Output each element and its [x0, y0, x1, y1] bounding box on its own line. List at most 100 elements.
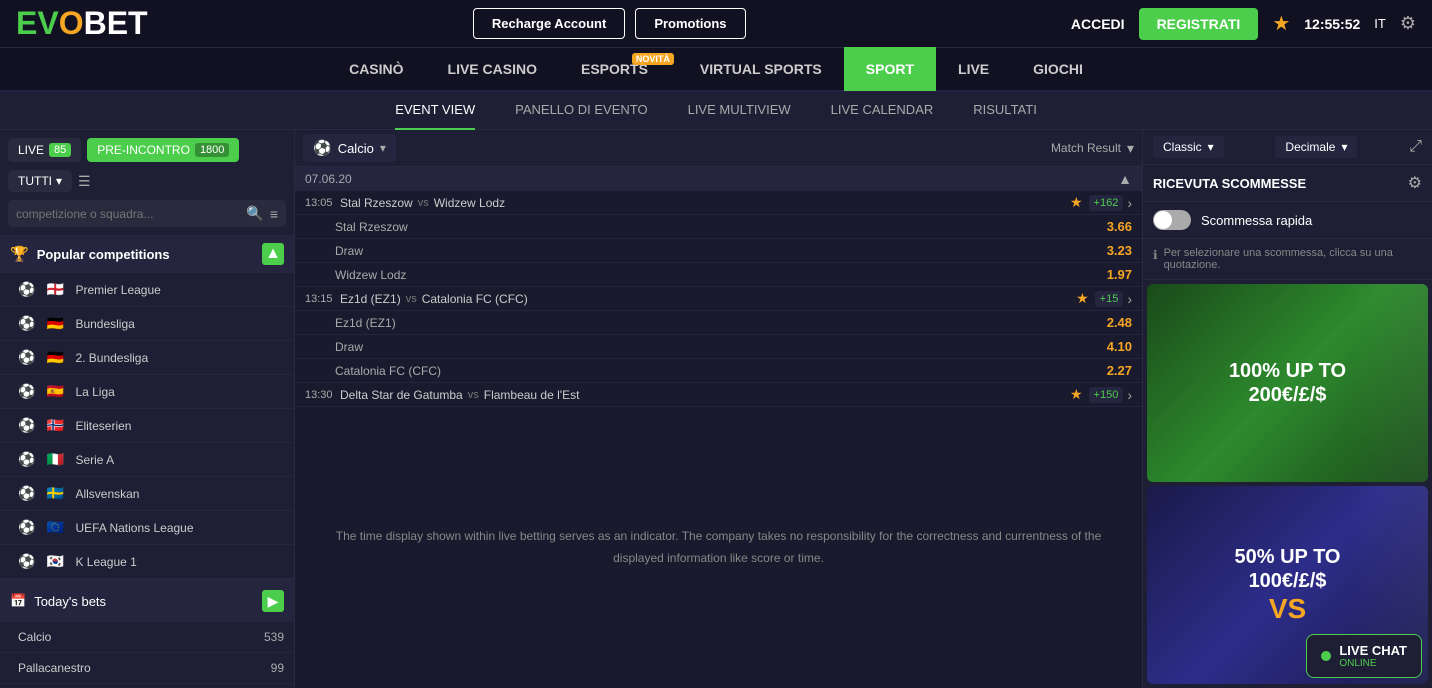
- odds-value-2a: 2.48: [1107, 315, 1132, 330]
- league-name: Bundesliga: [75, 317, 284, 331]
- odds-row-2a[interactable]: Ez1d (EZ1) 2.48: [295, 311, 1142, 335]
- tab-live-label: LIVE: [18, 143, 44, 157]
- nav-giochi[interactable]: GIOCHI: [1011, 47, 1105, 91]
- flag-korea: 🇰🇷: [45, 555, 65, 569]
- subnav-live-calendar[interactable]: LIVE CALENDAR: [831, 92, 934, 130]
- accedi-button[interactable]: ACCEDI: [1071, 16, 1125, 32]
- soccer-icon: ⚽: [18, 349, 35, 366]
- language-selector[interactable]: IT: [1374, 16, 1386, 31]
- match-row-2[interactable]: 13:15 Ez1d (EZ1) vs Catalonia FC (CFC) ★…: [295, 287, 1142, 311]
- popular-competitions-label: Popular competitions: [37, 247, 170, 262]
- fullscreen-icon[interactable]: ⤢: [1409, 138, 1422, 156]
- settings-icon[interactable]: ⚙: [1400, 13, 1416, 34]
- collapse-button[interactable]: ▲: [262, 243, 284, 265]
- subnav-event-view[interactable]: EVENT VIEW: [395, 92, 475, 130]
- match-star-1[interactable]: ★: [1070, 194, 1083, 211]
- odds-row-2c[interactable]: Catalonia FC (CFC) 2.27: [295, 359, 1142, 383]
- match-plus-1[interactable]: +162: [1089, 195, 1124, 211]
- bet-tennis[interactable]: Tennis 321: [0, 684, 294, 688]
- date-collapse-icon[interactable]: ▲: [1118, 171, 1132, 187]
- live-chat-label: LIVE CHAT: [1339, 643, 1407, 658]
- league-serie-a[interactable]: ⚽ 🇮🇹 Serie A: [0, 443, 294, 477]
- sidebar-filters: TUTTI ▾ ☰: [0, 162, 294, 200]
- soccer-icon: ⚽: [18, 315, 35, 332]
- view-selector-label: Classic: [1163, 140, 1202, 154]
- popular-competitions-header[interactable]: 🏆 Popular competitions ▲: [0, 235, 294, 273]
- league-name: UEFA Nations League: [75, 521, 284, 535]
- sport-filter[interactable]: ⚽ Calcio ▾: [303, 134, 396, 162]
- match-row-1[interactable]: 13:05 Stal Rzeszow vs Widzew Lodz ★ +162…: [295, 191, 1142, 215]
- main-content: LIVE 85 PRE-INCONTRO 1800 TUTTI ▾ ☰ 🔍 ≡ …: [0, 130, 1432, 688]
- view-selector[interactable]: Classic ▾: [1153, 136, 1224, 158]
- odds-row-2b[interactable]: Draw 4.10: [295, 335, 1142, 359]
- flag-germany2: 🇩🇪: [45, 351, 65, 365]
- league-allsvenskan[interactable]: ⚽ 🇸🇪 Allsvenskan: [0, 477, 294, 511]
- decimal-selector-label: Decimale: [1285, 140, 1335, 154]
- recharge-button[interactable]: Recharge Account: [473, 8, 625, 39]
- scommessa-toggle[interactable]: [1153, 210, 1191, 230]
- match-plus-2[interactable]: +15: [1095, 291, 1124, 307]
- filter-list-icon[interactable]: ☰: [78, 173, 91, 190]
- subnav-risultati[interactable]: RISULTATI: [973, 92, 1037, 130]
- help-text-content: Per selezionare una scommessa, clicca su…: [1164, 247, 1422, 271]
- promo-banner-1[interactable]: 100% UP TO200€/£/$: [1147, 284, 1428, 482]
- novita-badge: NOVITÀ: [632, 53, 674, 65]
- league-eliteserien[interactable]: ⚽ 🇳🇴 Eliteserien: [0, 409, 294, 443]
- search-bar: 🔍 ≡: [8, 200, 286, 227]
- bet-pallacanestro[interactable]: Pallacanestro 99: [0, 653, 294, 684]
- odds-row-1b[interactable]: Draw 3.23: [295, 239, 1142, 263]
- promo-2-vs: VS: [1235, 593, 1341, 625]
- league-bundesliga[interactable]: ⚽ 🇩🇪 Bundesliga: [0, 307, 294, 341]
- filter-chevron-icon: ▾: [56, 174, 62, 188]
- decimal-selector[interactable]: Decimale ▾: [1275, 136, 1357, 158]
- main-nav: CASINÒ LIVE CASINO ESPORTS NOVITÀ VIRTUA…: [0, 48, 1432, 92]
- filter-tutti[interactable]: TUTTI ▾: [8, 170, 72, 192]
- search-input[interactable]: [16, 207, 246, 221]
- soccer-icon: ⚽: [18, 451, 35, 468]
- league-la-liga[interactable]: ⚽ 🇪🇸 La Liga: [0, 375, 294, 409]
- match-star-2[interactable]: ★: [1076, 290, 1089, 307]
- league-premier-league[interactable]: ⚽ 🏴󠁧󠁢󠁥󠁮󠁧󠁿 Premier League: [0, 273, 294, 307]
- bet-calcio-count: 539: [264, 630, 284, 644]
- league-uefa-nations[interactable]: ⚽ 🇪🇺 UEFA Nations League: [0, 511, 294, 545]
- subnav-panello[interactable]: PANELLO DI EVENTO: [515, 92, 647, 130]
- live-chat-status-dot: [1321, 651, 1331, 661]
- league-2bundesliga[interactable]: ⚽ 🇩🇪 2. Bundesliga: [0, 341, 294, 375]
- bet-calcio[interactable]: Calcio 539: [0, 622, 294, 653]
- promotions-button[interactable]: Promotions: [635, 8, 745, 39]
- nav-sport[interactable]: SPORT: [844, 47, 936, 91]
- odds-row-1a[interactable]: Stal Rzeszow 3.66: [295, 215, 1142, 239]
- league-name: Eliteserien: [75, 419, 284, 433]
- favorites-icon[interactable]: ★: [1272, 11, 1290, 36]
- nav-virtual-sports[interactable]: VIRTUAL SPORTS: [678, 47, 844, 91]
- nav-live-casino[interactable]: LIVE CASINO: [426, 47, 559, 91]
- todays-bets-header[interactable]: 📅 Today's bets ▶: [0, 579, 294, 622]
- match-result-label[interactable]: Match Result ▾: [1051, 140, 1134, 157]
- ricevuta-settings-icon[interactable]: ⚙: [1408, 173, 1422, 193]
- odds-value-2b: 4.10: [1107, 339, 1132, 354]
- tab-live[interactable]: LIVE 85: [8, 138, 81, 162]
- list-view-icon[interactable]: ≡: [270, 206, 278, 222]
- nav-casino[interactable]: CASINÒ: [327, 47, 425, 91]
- tab-preincontro[interactable]: PRE-INCONTRO 1800: [87, 138, 239, 162]
- match-row-3[interactable]: 13:30 Delta Star de Gatumba vs Flambeau …: [295, 383, 1142, 407]
- subnav-live-multiview[interactable]: LIVE MULTIVIEW: [688, 92, 791, 130]
- match-arrow-1[interactable]: ›: [1127, 195, 1132, 211]
- match-arrow-2[interactable]: ›: [1127, 291, 1132, 307]
- nav-esports[interactable]: ESPORTS NOVITÀ: [559, 47, 678, 91]
- header: EVOBET Recharge Account Promotions ACCED…: [0, 0, 1432, 48]
- todays-bets-expand[interactable]: ▶: [262, 590, 284, 612]
- odds-value-1b: 3.23: [1107, 243, 1132, 258]
- odds-value-2c: 2.27: [1107, 363, 1132, 378]
- match-teams-2: Ez1d (EZ1) vs Catalonia FC (CFC): [340, 292, 1070, 306]
- match-arrow-3[interactable]: ›: [1127, 387, 1132, 403]
- search-icon[interactable]: 🔍: [246, 205, 263, 222]
- match-plus-3[interactable]: +150: [1089, 387, 1124, 403]
- live-chat-widget[interactable]: LIVE CHAT ONLINE: [1306, 634, 1422, 678]
- nav-live[interactable]: LIVE: [936, 47, 1011, 91]
- odds-row-1c[interactable]: Widzew Lodz 1.97: [295, 263, 1142, 287]
- date-header[interactable]: 07.06.20 ▲: [295, 167, 1142, 191]
- match-star-3[interactable]: ★: [1070, 386, 1083, 403]
- league-k-league[interactable]: ⚽ 🇰🇷 K League 1: [0, 545, 294, 579]
- registrati-button[interactable]: REGISTRATI: [1139, 8, 1259, 40]
